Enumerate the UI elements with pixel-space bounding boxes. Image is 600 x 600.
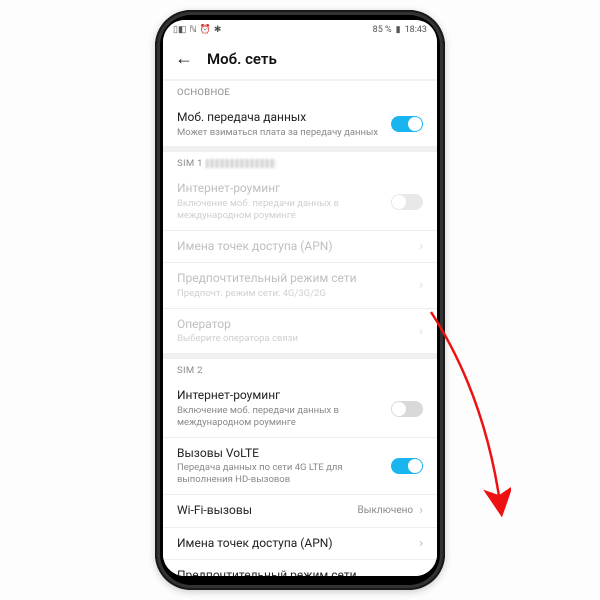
chevron-icon: ›: [419, 278, 423, 293]
page-title: Моб. сеть: [207, 50, 277, 68]
bluetooth-icon: ✱: [214, 26, 222, 35]
row-sim2-pref-mode[interactable]: Предпочтительный режим сети Предпочт. ре…: [163, 560, 437, 576]
chevron-icon: ›: [419, 503, 423, 518]
row-sim2-volte[interactable]: Вызовы VoLTE Передача данных по сети 4G …: [163, 438, 437, 495]
chevron-icon: ›: [419, 324, 423, 339]
row-sim2-roaming[interactable]: Интернет-роуминг Включение моб. передачи…: [163, 380, 437, 437]
sim2-roaming-toggle[interactable]: [391, 401, 423, 417]
wifi-calls-value: Выключено: [358, 505, 414, 516]
chevron-icon: ›: [419, 239, 423, 254]
signal-icon: ▯◧: [173, 26, 186, 35]
app-header: ← Моб. сеть: [163, 40, 437, 79]
mobile-data-sub: Может взиматься плата за передачу данных: [177, 127, 391, 139]
section-sim1-label: SIM 1: [163, 152, 437, 173]
phone-frame: ▯◧ ℕ ⏰ ✱ 85 % ▮ 18:43 ← Моб. сеть ОСНОВН…: [155, 10, 445, 590]
status-bar: ▯◧ ℕ ⏰ ✱ 85 % ▮ 18:43: [163, 20, 437, 40]
row-sim2-apn[interactable]: Имена точек доступа (APN) ›: [163, 528, 437, 561]
chevron-icon: ›: [419, 575, 423, 576]
battery-icon: ▮: [396, 26, 401, 35]
settings-list: ОСНОВНОЕ Моб. передача данных Может взим…: [163, 79, 437, 576]
row-sim2-wifi-calls[interactable]: Wi-Fi-вызовы Выключено ›: [163, 495, 437, 528]
section-sim2-label: SIM 2: [163, 359, 437, 380]
row-sim1-operator: Оператор Выберите оператора связи ›: [163, 309, 437, 353]
sim1-redacted: [206, 159, 276, 168]
row-sim1-roaming: Интернет-роуминг Включение моб. передачи…: [163, 173, 437, 230]
row-sim1-apn: Имена точек доступа (APN) ›: [163, 231, 437, 264]
alarm-icon: ⏰: [200, 26, 211, 35]
row-sim1-pref-mode: Предпочтительный режим сети Предпочт. ре…: [163, 263, 437, 308]
section-main-label: ОСНОВНОЕ: [163, 81, 437, 102]
mobile-data-title: Моб. передача данных: [177, 110, 391, 126]
nfc-icon: ℕ: [189, 26, 196, 35]
sim1-roaming-toggle: [391, 194, 423, 210]
mobile-data-toggle[interactable]: [391, 116, 423, 132]
screen: ▯◧ ℕ ⏰ ✱ 85 % ▮ 18:43 ← Моб. сеть ОСНОВН…: [163, 20, 437, 576]
chevron-icon: ›: [419, 536, 423, 551]
battery-text: 85 %: [373, 25, 392, 35]
row-mobile-data[interactable]: Моб. передача данных Может взиматься пла…: [163, 102, 437, 146]
sim2-volte-toggle[interactable]: [391, 458, 423, 474]
clock-text: 18:43: [405, 25, 427, 35]
back-icon[interactable]: ←: [175, 48, 193, 69]
